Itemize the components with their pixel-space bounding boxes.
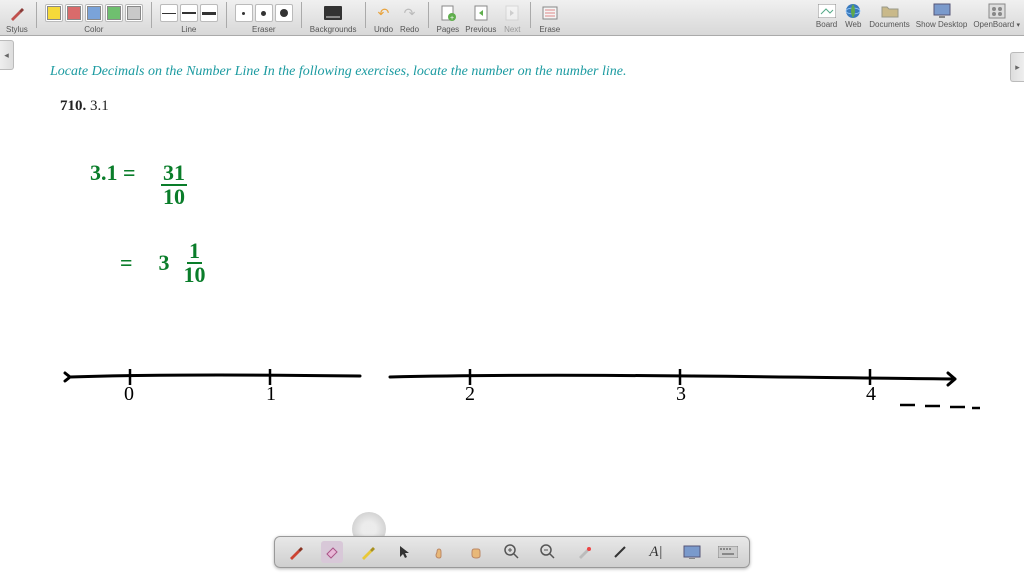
eraser-large[interactable] <box>275 4 293 22</box>
previous-label: Previous <box>465 25 496 34</box>
color-green[interactable] <box>105 4 123 22</box>
line-tool[interactable] <box>609 541 631 563</box>
board-button[interactable]: Board <box>816 2 837 29</box>
color-blue[interactable] <box>85 4 103 22</box>
redo-icon[interactable]: ↷ <box>400 3 420 23</box>
tick-0: 0 <box>124 383 134 406</box>
backgrounds-group[interactable]: Backgrounds <box>310 2 357 34</box>
eraser-label: Eraser <box>252 25 276 34</box>
keyboard-tool[interactable] <box>717 541 739 563</box>
color-swatches <box>45 2 143 24</box>
board-icon <box>817 2 837 20</box>
right-panel-toggle[interactable]: ▸ <box>1010 52 1024 82</box>
openboard-button[interactable]: OpenBoard ▾ <box>973 2 1020 29</box>
eraser-tool[interactable] <box>321 541 343 563</box>
pen-tool[interactable] <box>285 541 307 563</box>
previous-group[interactable]: Previous <box>465 2 496 34</box>
documents-button[interactable]: Documents <box>869 2 909 29</box>
openboard-icon <box>987 2 1007 20</box>
eraser-medium[interactable] <box>255 4 273 22</box>
next-label: Next <box>504 25 520 34</box>
line-medium[interactable] <box>180 4 198 22</box>
new-page-icon[interactable]: + <box>438 3 458 23</box>
erase-group[interactable]: Erase <box>539 2 560 34</box>
zoom-in-tool[interactable] <box>501 541 523 563</box>
redo-label: Redo <box>400 25 419 34</box>
eraser-small[interactable] <box>235 4 253 22</box>
fraction-1-10: 1 10 <box>184 240 206 286</box>
bottom-toolbar: A| <box>274 536 750 568</box>
color-yellow[interactable] <box>45 4 63 22</box>
undo-label: Undo <box>374 25 393 34</box>
interact-tool[interactable] <box>429 541 451 563</box>
pages-group[interactable]: + Pages <box>437 2 460 34</box>
backgrounds-icon[interactable] <box>323 3 343 23</box>
top-toolbar: Stylus Color Line Eraser <box>0 0 1024 36</box>
highlighter-tool[interactable] <box>357 541 379 563</box>
erase-label: Erase <box>539 25 560 34</box>
stylus-label: Stylus <box>6 25 28 34</box>
undo-group[interactable]: ↶ Undo <box>374 2 394 34</box>
scroll-tool[interactable] <box>465 541 487 563</box>
zoom-out-tool[interactable] <box>537 541 559 563</box>
pointer-tool[interactable] <box>393 541 415 563</box>
next-icon <box>502 3 522 23</box>
laser-tool[interactable] <box>573 541 595 563</box>
line-thick[interactable] <box>200 4 218 22</box>
color-red[interactable] <box>65 4 83 22</box>
next-group: Next <box>502 2 522 34</box>
documents-icon <box>880 2 900 20</box>
fraction-31-10: 31 10 <box>161 162 187 208</box>
redo-group[interactable]: ↷ Redo <box>400 2 420 34</box>
left-panel-toggle[interactable]: ◂ <box>0 40 14 70</box>
eraser-size-group: Eraser <box>235 2 293 34</box>
line-thin[interactable] <box>160 4 178 22</box>
stylus-icon[interactable] <box>7 3 27 23</box>
previous-icon[interactable] <box>471 3 491 23</box>
web-button[interactable]: Web <box>843 2 863 29</box>
handwriting-line1: 3.1 = 31 10 <box>90 160 187 208</box>
color-gray[interactable] <box>125 4 143 22</box>
right-tool-group: Board Web Documents Show Desktop OpenBoa… <box>816 2 1020 29</box>
svg-text:+: + <box>450 15 454 21</box>
desktop-icon <box>932 2 952 20</box>
color-group: Color <box>45 2 143 34</box>
erase-icon[interactable] <box>540 3 560 23</box>
line-label: Line <box>181 25 196 34</box>
tick-4: 4 <box>866 383 876 406</box>
problem-number: 710. <box>60 98 86 114</box>
number-line: 0 1 2 3 4 <box>60 355 980 435</box>
text-tool[interactable]: A| <box>645 541 667 563</box>
color-label: Color <box>84 25 103 34</box>
problem-statement: 710. 3.1 <box>60 98 109 115</box>
backgrounds-label: Backgrounds <box>310 25 357 34</box>
tick-2: 2 <box>465 383 475 406</box>
show-desktop-button[interactable]: Show Desktop <box>916 2 968 29</box>
tick-3: 3 <box>676 383 686 406</box>
instruction-text: Locate Decimals on the Number Line In th… <box>50 64 626 80</box>
undo-icon[interactable]: ↶ <box>374 3 394 23</box>
capture-tool[interactable] <box>681 541 703 563</box>
whiteboard-canvas[interactable] <box>32 36 1008 576</box>
tick-1: 1 <box>266 383 276 406</box>
handwriting-line2: = 3 1 10 <box>120 240 206 286</box>
web-icon <box>843 2 863 20</box>
line-group: Line <box>160 2 218 34</box>
pages-label: Pages <box>437 25 460 34</box>
stylus-group: Stylus <box>6 2 28 34</box>
problem-value: 3.1 <box>90 98 109 114</box>
